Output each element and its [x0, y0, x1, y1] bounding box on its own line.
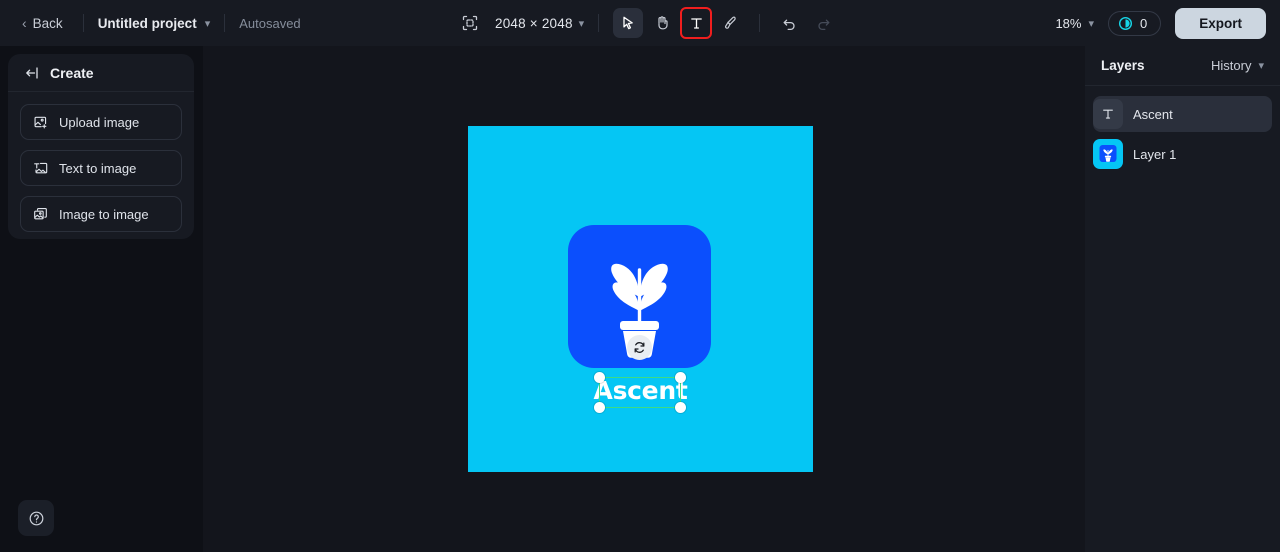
- collapse-panel-icon[interactable]: [24, 65, 40, 81]
- create-panel: Create Upload image Text to image Image …: [8, 54, 194, 239]
- image-layer-thumbnail: [1093, 139, 1123, 169]
- zoom-level-value: 18%: [1055, 15, 1082, 31]
- layers-panel-title: Layers: [1101, 58, 1145, 73]
- divider: [224, 14, 226, 32]
- layers-list: Ascent Layer 1: [1085, 86, 1280, 182]
- upload-image-label: Upload image: [59, 114, 140, 130]
- artboard[interactable]: Ascent: [468, 126, 813, 472]
- hand-tool-button[interactable]: [647, 8, 677, 38]
- layers-panel-header: Layers History ▾: [1085, 46, 1280, 86]
- chevron-left-icon: ‹: [22, 15, 27, 31]
- upload-image-icon: [33, 115, 48, 130]
- undo-button[interactable]: [774, 8, 804, 38]
- resize-handle-bottom-right[interactable]: [675, 402, 686, 413]
- text-to-image-button[interactable]: Text to image: [20, 150, 182, 186]
- project-name-group[interactable]: Untitled project ▾: [98, 16, 211, 31]
- layers-panel: Layers History ▾ Ascent Layer 1: [1085, 46, 1280, 552]
- text-to-image-icon: [33, 161, 48, 176]
- image-to-image-icon: [33, 207, 48, 222]
- upload-image-button[interactable]: Upload image: [20, 104, 182, 140]
- resize-handle-top-right[interactable]: [675, 372, 686, 383]
- text-tool-button[interactable]: [680, 7, 713, 39]
- canvas-area[interactable]: Ascent: [203, 46, 1085, 552]
- question-mark-icon: [28, 510, 45, 527]
- layer-row-layer-1[interactable]: Layer 1: [1093, 136, 1272, 172]
- back-button[interactable]: ‹ Back: [16, 12, 69, 35]
- zoom-control[interactable]: 18% ▾: [1055, 16, 1094, 31]
- project-name[interactable]: Untitled project: [98, 16, 197, 31]
- text-selection-box[interactable]: [594, 372, 686, 413]
- history-tab[interactable]: History ▾: [1211, 58, 1264, 73]
- text-to-image-label: Text to image: [59, 160, 137, 176]
- divider: [759, 14, 761, 32]
- layer-row-ascent[interactable]: Ascent: [1093, 96, 1272, 132]
- credits-badge[interactable]: 0: [1108, 10, 1162, 36]
- history-label: History: [1211, 58, 1252, 73]
- divider: [82, 14, 84, 32]
- select-tool-button[interactable]: [613, 8, 644, 38]
- autosaved-status: Autosaved: [239, 15, 301, 31]
- logo-square[interactable]: [568, 225, 711, 368]
- resize-handle-top-left[interactable]: [594, 372, 605, 383]
- image-to-image-button[interactable]: Image to image: [20, 196, 182, 232]
- credit-coin-icon: [1118, 16, 1133, 31]
- chevron-down-icon[interactable]: ▾: [205, 17, 211, 30]
- credits-count: 0: [1140, 15, 1148, 31]
- create-panel-header: Create: [8, 54, 194, 92]
- text-layer-icon: [1093, 99, 1123, 129]
- layer-name: Ascent: [1133, 106, 1173, 122]
- top-bar-left: ‹ Back Untitled project ▾ Autosaved: [0, 12, 301, 35]
- image-to-image-label: Image to image: [59, 206, 149, 222]
- redo-button[interactable]: [808, 8, 838, 38]
- resize-handle-bottom-left[interactable]: [594, 402, 605, 413]
- top-bar-center: 2048 × 2048 ▾: [455, 0, 838, 46]
- top-bar: ‹ Back Untitled project ▾ Autosaved 2048…: [0, 0, 1280, 46]
- canvas-size-chevron-down-icon[interactable]: ▾: [579, 17, 585, 30]
- layer-name: Layer 1: [1133, 146, 1177, 162]
- back-label: Back: [32, 15, 63, 31]
- help-button[interactable]: [18, 500, 54, 536]
- chevron-down-icon: ▾: [1258, 60, 1264, 72]
- create-panel-body: Upload image Text to image Image to imag…: [8, 92, 194, 244]
- top-bar-right: 18% ▾ 0 Export: [1055, 0, 1266, 46]
- zoom-chevron-down-icon[interactable]: ▾: [1088, 17, 1094, 30]
- canvas-resize-icon[interactable]: [455, 8, 485, 38]
- divider: [598, 14, 600, 32]
- export-button[interactable]: Export: [1175, 7, 1266, 39]
- brush-tool-button[interactable]: [715, 8, 745, 38]
- canvas-size-value[interactable]: 2048 × 2048: [495, 16, 573, 31]
- app-root: ‹ Back Untitled project ▾ Autosaved 2048…: [0, 0, 1280, 552]
- create-panel-title: Create: [50, 64, 94, 81]
- refresh-circle-icon: [627, 335, 652, 360]
